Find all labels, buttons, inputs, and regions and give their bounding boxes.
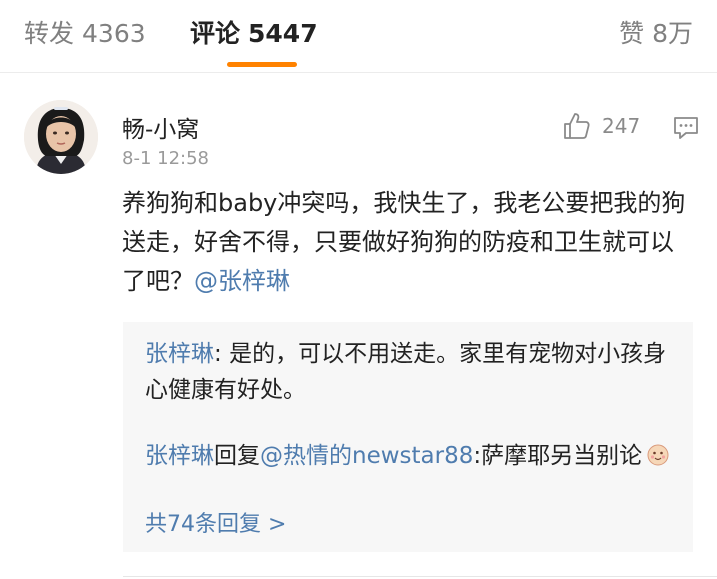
comment-timestamp: 8-1 12:58: [122, 148, 209, 169]
smiling-face-emoji-icon: [647, 444, 669, 466]
view-all-replies-link[interactable]: 共74条回复 >: [145, 506, 286, 538]
replies-panel: 张梓琳: 是的，可以不用送走。家里有宠物对小孩身心健康有好处。 张梓琳回复@热情…: [123, 322, 693, 552]
tab-comments[interactable]: 评论 5447: [190, 14, 318, 50]
comment-divider: [123, 576, 717, 577]
comment-body: 养狗狗和baby冲突吗，我快生了，我老公要把我的狗送走，好舍不得，只要做好狗狗的…: [122, 184, 692, 301]
like-count: 247: [602, 114, 641, 138]
comment-tabs: 转发 4363 评论 5447 赞 8万: [0, 0, 717, 73]
reply-item: 张梓琳: 是的，可以不用送走。家里有宠物对小孩身心健康有好处。: [145, 336, 675, 408]
reply-separator: :: [214, 341, 230, 367]
reply-target-link[interactable]: @热情的newstar88: [260, 443, 473, 469]
thumbs-up-icon: [564, 113, 590, 139]
reply-author-link[interactable]: 张梓琳: [145, 341, 214, 367]
tab-repost-count: 4363: [82, 19, 146, 48]
tab-comments-label: 评论: [190, 19, 241, 48]
tab-comments-count: 5447: [248, 19, 318, 48]
active-tab-indicator: [227, 62, 297, 67]
avatar-image: [24, 100, 98, 174]
tab-likes-count: 8万: [652, 19, 693, 48]
reply-separator: :: [473, 443, 482, 469]
reply-item: 张梓琳回复@热情的newstar88:萨摩耶另当别论: [145, 438, 675, 474]
comment-username[interactable]: 畅-小窝: [122, 110, 199, 144]
comment-mention-link[interactable]: @张梓琳: [194, 267, 290, 295]
tab-repost[interactable]: 转发 4363: [24, 14, 146, 50]
comment-reply-icon[interactable]: [672, 114, 700, 142]
tab-likes[interactable]: 赞 8万: [619, 14, 693, 50]
tab-repost-label: 转发: [24, 19, 75, 48]
reply-author-link[interactable]: 张梓琳: [145, 443, 214, 469]
avatar[interactable]: [24, 100, 98, 174]
reply-verb: 回复: [214, 443, 260, 469]
like-button[interactable]: 247: [562, 111, 640, 141]
tab-likes-label: 赞: [619, 19, 645, 48]
reply-text: 萨摩耶另当别论: [481, 443, 643, 469]
